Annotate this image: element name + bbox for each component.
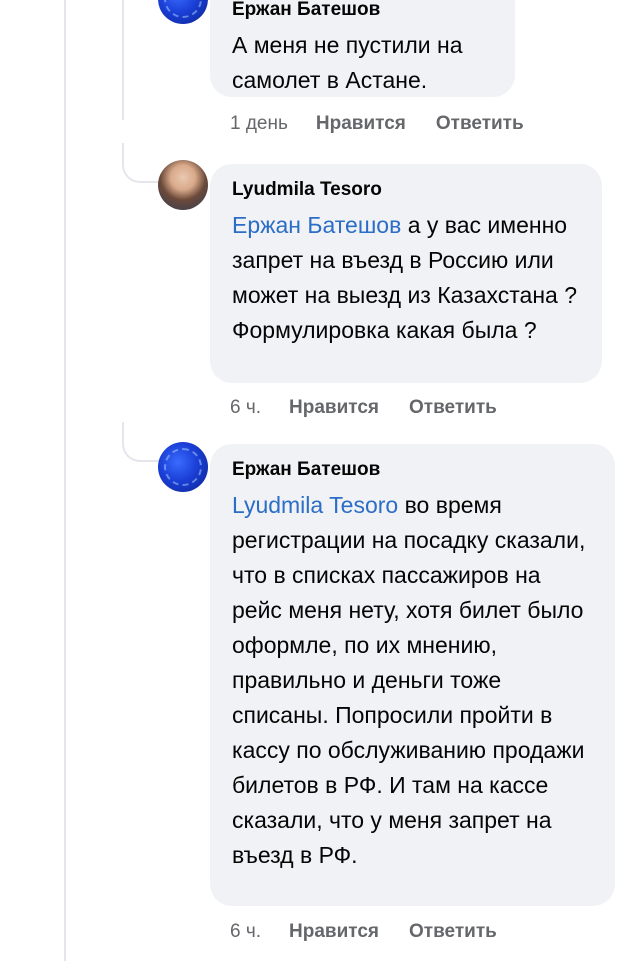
like-button[interactable]: Нравится: [289, 920, 379, 944]
comment-body: А меня не пустили на самолет в Астане.: [232, 32, 463, 93]
reply-button[interactable]: Ответить: [409, 396, 497, 420]
comment-body: во время регистрации на посадку сказали,…: [232, 492, 586, 868]
comment-timestamp[interactable]: 6 ч.: [230, 396, 261, 420]
comment-actions: 6 ч. Нравится Ответить: [230, 920, 497, 944]
comment-text: Lyudmila Tesoro во время регистрации на …: [232, 488, 595, 873]
avatar[interactable]: [158, 442, 208, 492]
comment-text: Ержан Батешов а у вас именно запрет на в…: [232, 208, 582, 348]
reply-connector: [122, 422, 162, 462]
like-button[interactable]: Нравится: [289, 396, 379, 420]
comment-bubble: Ержан Батешов Lyudmila Tesoro во время р…: [210, 444, 615, 906]
comment-bubble: Lyudmila Tesoro Ержан Батешов а у вас им…: [210, 164, 602, 383]
comment-timestamp[interactable]: 6 ч.: [230, 920, 261, 944]
mention-link[interactable]: Lyudmila Tesoro: [232, 492, 398, 518]
comment-author[interactable]: Ержан Батешов: [232, 0, 495, 22]
comment-author[interactable]: Lyudmila Tesoro: [232, 178, 582, 202]
comment-thread: Ержан Батешов А меня не пустили на самол…: [0, 0, 640, 961]
thread-line: [122, 0, 124, 120]
reply-connector: [122, 143, 162, 183]
reply-button[interactable]: Ответить: [409, 920, 497, 944]
comment-actions: 6 ч. Нравится Ответить: [230, 396, 497, 420]
reply-button[interactable]: Ответить: [436, 112, 524, 136]
thread-line: [64, 0, 66, 961]
avatar[interactable]: [158, 0, 208, 24]
comment-timestamp[interactable]: 1 день: [230, 112, 288, 136]
avatar[interactable]: [158, 160, 208, 210]
comment-author[interactable]: Ержан Батешов: [232, 458, 595, 482]
comment-text: А меня не пустили на самолет в Астане.: [232, 28, 495, 98]
like-button[interactable]: Нравится: [316, 112, 406, 136]
comment-actions: 1 день Нравится Ответить: [230, 112, 524, 136]
mention-link[interactable]: Ержан Батешов: [232, 212, 401, 238]
comment-bubble: Ержан Батешов А меня не пустили на самол…: [210, 0, 515, 97]
